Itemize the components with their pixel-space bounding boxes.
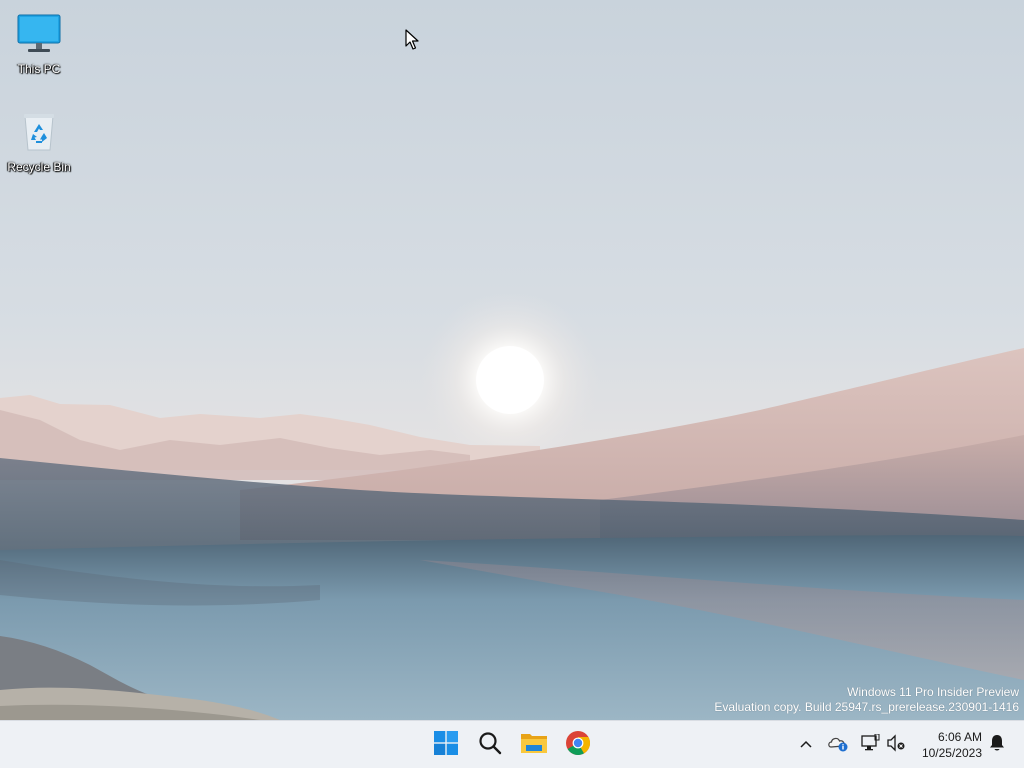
taskbar: 6:06 AM 10/25/2023 xyxy=(0,720,1024,768)
onedrive-tray-button[interactable] xyxy=(826,731,850,759)
clock-button[interactable]: 6:06 AM 10/25/2023 xyxy=(922,729,982,761)
clock-date: 10/25/2023 xyxy=(921,746,982,760)
recycle-bin-icon xyxy=(15,108,63,156)
evaluation-watermark: Windows 11 Pro Insider Preview Evaluatio… xyxy=(714,685,1019,715)
search-button[interactable] xyxy=(470,725,510,765)
mouse-cursor-icon xyxy=(405,29,419,50)
desktop-icon-label: This PC xyxy=(17,62,61,76)
chevron-up-icon xyxy=(799,736,813,754)
volume-tray-button[interactable] xyxy=(884,731,908,759)
desktop-icon-recycle-bin[interactable]: Recycle Bin xyxy=(1,108,77,174)
onedrive-icon xyxy=(827,734,849,757)
clock-time: 6:06 AM xyxy=(937,730,982,744)
chrome-button[interactable] xyxy=(558,725,598,765)
notifications-button[interactable] xyxy=(985,731,1009,759)
chrome-icon xyxy=(565,730,591,761)
watermark-build: Evaluation copy. Build 25947.rs_prerelea… xyxy=(714,700,1019,714)
desktop-icon-label: Recycle Bin xyxy=(7,160,71,174)
notification-bell-icon xyxy=(989,734,1005,757)
network-tray-button[interactable] xyxy=(858,731,882,759)
watermark-edition: Windows 11 Pro Insider Preview xyxy=(847,685,1019,699)
network-icon xyxy=(860,733,880,757)
desktop-icon-this-pc[interactable]: This PC xyxy=(1,10,77,76)
volume-muted-icon xyxy=(886,733,906,757)
search-icon xyxy=(478,731,502,760)
folder-icon xyxy=(520,731,548,760)
monitor-icon xyxy=(15,10,63,58)
start-button[interactable] xyxy=(426,725,466,765)
show-hidden-icons-button[interactable] xyxy=(794,731,818,759)
file-explorer-button[interactable] xyxy=(514,725,554,765)
desktop-wallpaper xyxy=(0,0,1024,720)
windows-logo-icon xyxy=(434,730,458,760)
desktop[interactable]: This PC Recycle Bin Windows 11 Pro Insid… xyxy=(0,0,1024,720)
